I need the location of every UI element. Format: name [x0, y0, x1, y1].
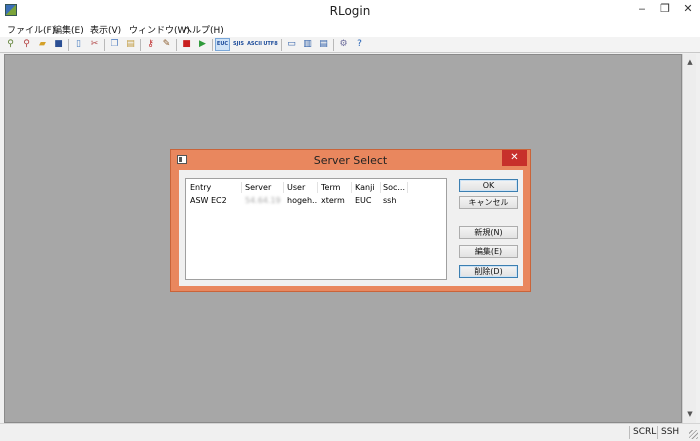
menu-edit[interactable]: 編集(E) [53, 23, 84, 36]
encoding-utf8-button[interactable]: UTF8 [263, 38, 278, 51]
dialog-title: Server Select [313, 154, 388, 167]
toolbar-separator [176, 39, 177, 51]
new-button[interactable]: 新規(N) [459, 226, 518, 239]
help-icon[interactable]: ? [353, 38, 366, 51]
disconnect-icon[interactable]: ⚲ [20, 38, 33, 51]
save-icon[interactable]: ■ [52, 38, 65, 51]
status-protocol: SSH [657, 426, 682, 439]
close-button[interactable]: ✕ [680, 2, 696, 16]
menu-bar: ファイル(F) 編集(E) 表示(V) ウィンドウ(W) ヘルプ(H) [0, 21, 700, 37]
play-icon[interactable]: ▶ [196, 38, 209, 51]
ok-button[interactable]: OK [459, 179, 518, 192]
toolbar-separator [212, 39, 213, 51]
window-title: RLogin [329, 4, 371, 18]
dialog-body: Entry Server User Term Kanji Soc... ASW … [179, 170, 523, 286]
paste-icon[interactable]: ▤ [124, 38, 137, 51]
stop-icon[interactable]: ■ [180, 38, 193, 51]
edit-button[interactable]: 編集(E) [459, 245, 518, 258]
key-icon[interactable]: ⚷ [144, 38, 157, 51]
toolbar-separator [104, 39, 105, 51]
split-vertical-icon[interactable]: ▥ [301, 38, 314, 51]
list-header: Entry Server User Term Kanji Soc... [186, 181, 446, 194]
menu-window[interactable]: ウィンドウ(W) [129, 23, 190, 36]
column-entry[interactable]: Entry [190, 181, 240, 194]
cell-socket: ssh [383, 196, 397, 205]
cell-entry: ASW EC2 [190, 196, 227, 205]
toolbar-separator [68, 39, 69, 51]
scroll-down-icon[interactable]: ▼ [683, 408, 697, 420]
cell-user: hogeh... [287, 196, 317, 205]
scissors-icon[interactable]: ✂ [88, 38, 101, 51]
encoding-sjis-button[interactable]: SJIS [231, 38, 246, 51]
open-folder-icon[interactable]: ▰ [36, 38, 49, 51]
column-user[interactable]: User [287, 181, 317, 194]
cell-kanji: EUC [355, 196, 372, 205]
split-horizontal-icon[interactable]: ▤ [317, 38, 330, 51]
column-server[interactable]: Server [245, 181, 285, 194]
status-bar: SCRL SSH [0, 423, 700, 441]
menu-file[interactable]: ファイル(F) [7, 23, 55, 36]
toolbar: ⚲ ⚲ ▰ ■ ▯ ✂ ❐ ▤ ⚷ ✎ ■ ▶ EUC SJIS ASCII U… [0, 37, 700, 53]
minimize-button[interactable]: ‒ [634, 2, 650, 16]
brush-icon[interactable]: ✎ [160, 38, 173, 51]
new-document-icon[interactable]: ▯ [72, 38, 85, 51]
column-divider [380, 182, 381, 193]
vertical-scrollbar[interactable]: ▲ ▼ [682, 54, 696, 423]
toolbar-separator [333, 39, 334, 51]
dialog-close-button[interactable]: ✕ [502, 150, 527, 166]
cell-term: xterm [321, 196, 345, 205]
column-divider [283, 182, 284, 193]
column-divider [407, 182, 408, 193]
cancel-button[interactable]: キャンセル [459, 196, 518, 209]
window-layout-icon[interactable]: ▭ [285, 38, 298, 51]
scroll-up-icon[interactable]: ▲ [683, 56, 697, 68]
list-item[interactable]: ASW EC2 54.64.190 hogeh... xterm EUC ssh [186, 194, 446, 207]
toolbar-separator [281, 39, 282, 51]
copy-icon[interactable]: ❐ [108, 38, 121, 51]
encoding-ascii-button[interactable]: ASCII [247, 38, 262, 51]
column-term[interactable]: Term [321, 181, 351, 194]
column-socket[interactable]: Soc... [383, 181, 408, 194]
column-divider [351, 182, 352, 193]
server-list[interactable]: Entry Server User Term Kanji Soc... ASW … [185, 178, 447, 280]
encoding-euc-button[interactable]: EUC [215, 38, 230, 51]
toolbar-separator [140, 39, 141, 51]
menu-view[interactable]: 表示(V) [90, 23, 121, 36]
delete-button[interactable]: 削除(D) [459, 265, 518, 278]
column-kanji[interactable]: Kanji [355, 181, 380, 194]
column-divider [317, 182, 318, 193]
server-select-dialog: Server Select ✕ Entry Server User Term K… [170, 149, 531, 292]
status-scroll: SCRL [629, 426, 657, 439]
connect-icon[interactable]: ⚲ [4, 38, 17, 51]
maximize-button[interactable]: ❐ [657, 2, 673, 16]
title-bar: RLogin ‒ ❐ ✕ [0, 0, 700, 21]
menu-help[interactable]: ヘルプ(H) [183, 23, 224, 36]
column-divider [241, 182, 242, 193]
resize-grip[interactable] [689, 430, 698, 439]
settings-icon[interactable]: ⚙ [337, 38, 350, 51]
cell-server: 54.64.190 [245, 196, 281, 205]
